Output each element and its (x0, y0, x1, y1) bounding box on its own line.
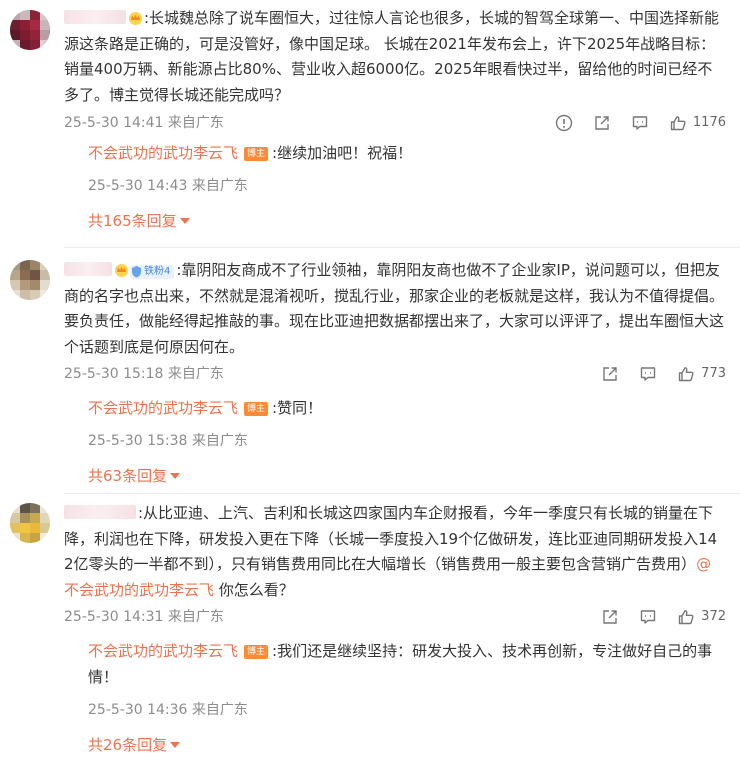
avatar[interactable] (10, 503, 50, 543)
comment-text: :从比亚迪、上汽、吉利和长城这四家国内车企财报看，今年一季度只有长城的销量在下降… (64, 504, 718, 599)
fan-badge: 铁粉4 (130, 265, 175, 279)
blogger-badge: 博主 (244, 147, 269, 162)
reply: 不会武功的武功李云飞 博主:继续加油吧！祝福！ 25-5-30 14:43 来自广… (76, 141, 726, 232)
share-icon[interactable] (601, 365, 619, 383)
reply-author[interactable]: 不会武功的武功李云飞 (88, 642, 238, 660)
reply-time: 25-5-30 14:36 来自广东 (88, 701, 248, 718)
reply: 不会武功的武功李云飞 博主:赞同！ 25-5-30 15:38 来自广东 共63条… (76, 396, 726, 487)
reply-text: 不会武功的武功李云飞 博主:我们还是继续坚持：研发大投入、技术再创新，专注做好自己… (88, 642, 713, 686)
chevron-down-icon (170, 472, 181, 479)
reply-text: 不会武功的武功李云飞 博主:继续加油吧！祝福！ (88, 144, 413, 163)
avatar-image (10, 503, 50, 543)
report-icon[interactable] (555, 114, 573, 132)
like-icon[interactable] (669, 114, 687, 132)
avatar-image (10, 10, 50, 50)
chevron-down-icon (179, 217, 190, 224)
divider (64, 493, 740, 494)
more-replies-link[interactable]: 共165条回复 (88, 210, 726, 232)
comment-icon[interactable] (639, 365, 657, 383)
avatar[interactable] (10, 10, 50, 50)
like-count: 773 (701, 366, 726, 382)
username-blurred[interactable] (64, 262, 112, 276)
username-blurred[interactable] (64, 10, 126, 24)
comment-text: 铁粉4:靠阴阳友商成不了行业领袖，靠阴阳友商也做不了企业家IP，说问题可以，但把… (64, 261, 725, 356)
divider (64, 247, 740, 248)
reply-text: 不会武功的武功李云飞 博主:赞同！ (88, 399, 323, 418)
more-replies-link[interactable]: 共26条回复 (88, 734, 726, 756)
blogger-badge: 博主 (244, 645, 269, 660)
like-count: 372 (701, 609, 726, 625)
comment-meta: 25-5-30 14:31 来自广东 372 (64, 605, 726, 629)
avatar[interactable] (10, 260, 50, 300)
crown-icon (129, 12, 142, 25)
username-blurred[interactable] (64, 505, 136, 519)
share-icon[interactable] (593, 114, 611, 132)
reply-time: 25-5-30 14:43 来自广东 (88, 177, 248, 194)
comment-meta: 25-5-30 15:18 来自广东 773 (64, 362, 726, 386)
more-replies-link[interactable]: 共63条回复 (88, 465, 726, 487)
comment-text: :长城魏总除了说车圈恒大，过往惊人言论也很多，长城的智驾全球第一、中国选择新能源… (64, 9, 720, 104)
comment-icon[interactable] (639, 608, 657, 626)
crown-icon (115, 264, 128, 277)
like-icon[interactable] (677, 608, 695, 626)
chevron-down-icon (170, 741, 181, 748)
comment-time: 25-5-30 14:41 来自广东 (64, 115, 224, 132)
like-count: 1176 (692, 115, 726, 131)
comment-time: 25-5-30 15:18 来自广东 (64, 366, 224, 383)
blogger-badge: 博主 (244, 402, 269, 417)
avatar-image (10, 260, 50, 300)
fan-badge-icon (132, 266, 141, 278)
comment-icon[interactable] (631, 114, 649, 132)
comment-time: 25-5-30 14:31 来自广东 (64, 609, 224, 626)
reply-time: 25-5-30 15:38 来自广东 (88, 432, 248, 449)
like-icon[interactable] (677, 365, 695, 383)
comment-meta: 25-5-30 14:41 来自广东 1176 (64, 111, 726, 135)
reply-author[interactable]: 不会武功的武功李云飞 (88, 399, 238, 417)
reply-author[interactable]: 不会武功的武功李云飞 (88, 144, 238, 162)
share-icon[interactable] (601, 608, 619, 626)
reply: 不会武功的武功李云飞 博主:我们还是继续坚持：研发大投入、技术再创新，专注做好自己… (76, 639, 726, 755)
